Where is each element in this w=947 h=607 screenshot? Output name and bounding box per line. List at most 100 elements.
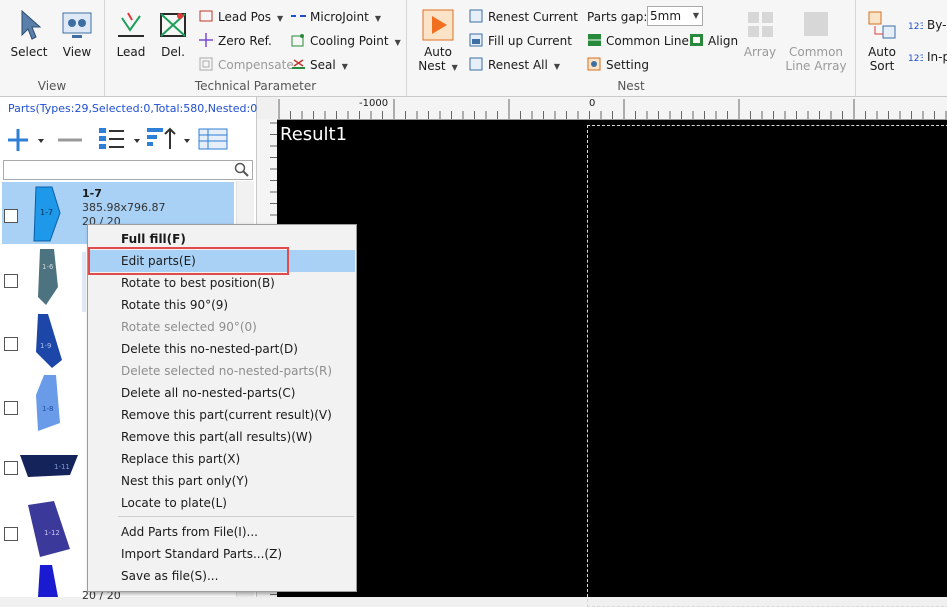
by-part-sort-button[interactable]: 123By-p: [908, 15, 947, 35]
list-view-icon: [99, 128, 140, 149]
part-checkbox[interactable]: [4, 274, 18, 288]
auto-nest-button[interactable]: Auto Nest ▼: [415, 4, 461, 73]
remove-part-button[interactable]: [56, 125, 84, 153]
context-menu-item[interactable]: Import Standard Parts...(Z): [89, 543, 355, 565]
part-thumbnail: 1-11: [20, 455, 78, 477]
nesting-canvas-area: -1000 0 Result1: [257, 97, 947, 607]
svg-text:1-7: 1-7: [40, 208, 53, 217]
context-menu-item[interactable]: Rotate to best position(B): [89, 272, 355, 294]
technical-parameter-title: Technical Parameter: [194, 79, 317, 93]
minus-icon: [58, 138, 82, 142]
lead-pos-button[interactable]: Lead Pos ▼: [199, 7, 283, 27]
chevron-down-icon: ▼: [553, 62, 560, 71]
common-line-icon: [587, 33, 602, 47]
table-view-icon: [198, 128, 228, 150]
chevron-down-icon: ▼: [451, 63, 458, 72]
fill-up-current-button[interactable]: Fill up Current: [469, 31, 572, 51]
auto-sort-button[interactable]: Auto Sort: [862, 4, 902, 73]
svg-text:1-6: 1-6: [42, 263, 54, 271]
context-menu-item[interactable]: Replace this part(X): [89, 448, 355, 470]
align-icon: [689, 33, 704, 47]
microjoint-button[interactable]: MicroJoint ▼: [291, 7, 381, 27]
context-menu-item[interactable]: Locate to plate(L): [89, 492, 355, 514]
part-checkbox[interactable]: [4, 527, 18, 541]
nest-canvas[interactable]: Result1: [277, 120, 947, 607]
cursor-arrow-icon: [12, 8, 46, 42]
common-line-button[interactable]: Common Line: [587, 31, 689, 51]
lead-pos-icon: [199, 9, 214, 23]
fill-up-icon: [469, 33, 484, 47]
context-menu-item[interactable]: Edit parts(E): [88, 247, 355, 275]
microjoint-icon: [291, 9, 306, 23]
ruler-label: -1000: [359, 98, 389, 109]
svg-text:1-9: 1-9: [40, 342, 51, 350]
delete-lead-button[interactable]: Del.: [153, 4, 193, 59]
play-nest-icon: [421, 8, 455, 42]
parts-stats: Parts(Types:29,Selected:0,Total:580,Nest…: [8, 102, 262, 115]
part-thumbnail: 1-7: [33, 186, 61, 242]
sort-group: Auto Sort 123By-p 123In-p: [856, 0, 947, 96]
lead-line-icon: [114, 8, 148, 42]
zero-ref-button[interactable]: Zero Ref.: [199, 31, 272, 51]
part-thumbnail: 1-8: [36, 375, 60, 431]
context-menu-item[interactable]: Rotate this 90°(9): [89, 294, 355, 316]
select-button[interactable]: Select: [6, 4, 52, 59]
part-name: 1-7: [82, 187, 102, 200]
parts-gap-label: Parts gap:: [587, 10, 648, 24]
lead-button[interactable]: Lead: [111, 4, 151, 59]
part-checkbox[interactable]: [4, 461, 18, 475]
compensate-button[interactable]: Compensate: [199, 55, 294, 75]
context-menu-item: Delete selected no-nested-parts(R): [121, 364, 333, 378]
view-group: Select View View: [0, 0, 105, 96]
context-menu-item[interactable]: Delete all no-nested-parts(C): [89, 382, 355, 404]
search-icon: [234, 162, 249, 177]
monitor-view-icon: [60, 8, 94, 42]
technical-parameter-group: Lead Del. Lead Pos ▼ Zero Ref. Compensate…: [105, 0, 407, 96]
table-view-button[interactable]: [198, 125, 228, 153]
context-menu-item[interactable]: Delete this no-nested-part(D): [89, 338, 355, 360]
parts-search-input[interactable]: [3, 160, 253, 180]
renest-all-icon: [469, 57, 484, 71]
context-menu-item[interactable]: Remove this part(current result)(V): [89, 404, 355, 426]
crosshair-icon: [199, 33, 214, 47]
setting-button[interactable]: Setting: [587, 55, 649, 75]
part-checkbox[interactable]: [4, 401, 18, 415]
part-thumbnail: 1-6: [38, 249, 58, 305]
part-checkbox[interactable]: [4, 209, 18, 223]
chevron-down-icon: ▼: [374, 14, 381, 23]
cooling-point-button[interactable]: Cooling Point ▼: [291, 31, 401, 51]
array-grid-icon: [743, 8, 777, 42]
common-line-array-button[interactable]: Common Line Array: [785, 4, 847, 73]
sheet-plate[interactable]: [587, 125, 947, 607]
list-view-button[interactable]: [98, 125, 142, 153]
chevron-down-icon: ▼: [692, 11, 699, 20]
context-menu-item[interactable]: Remove this part(all results)(W): [89, 426, 355, 448]
part-context-menu: Full fill(F) Edit parts(E) Rotate to best …: [87, 224, 357, 592]
seal-button[interactable]: Seal ▼: [291, 55, 348, 75]
result-title: Result1: [280, 124, 348, 145]
in-part-sort-button[interactable]: 123 In-p: [908, 47, 947, 67]
context-menu-item[interactable]: Add Parts from File(I)...: [89, 521, 355, 543]
align-button[interactable]: Align: [689, 31, 738, 51]
chevron-down-icon: ▼: [277, 14, 284, 23]
svg-text:123: 123: [908, 54, 923, 63]
sort-parts-button[interactable]: [146, 125, 192, 153]
renest-current-button[interactable]: Renest Current: [469, 7, 578, 27]
context-menu-item[interactable]: Nest this part only(Y): [89, 470, 355, 492]
array-button[interactable]: Array: [737, 4, 783, 59]
ruler-label: 0: [589, 98, 596, 109]
setting-icon: [587, 57, 602, 71]
seal-icon: [291, 57, 306, 71]
context-menu-item[interactable]: Save as file(S)...: [89, 565, 355, 587]
numbered-sort-icon: 123: [908, 17, 925, 32]
view-button[interactable]: View: [56, 4, 98, 59]
renest-all-button[interactable]: Renest All ▼: [469, 55, 560, 75]
numbered-sort-icon: 123: [908, 49, 925, 64]
chevron-down-icon: ▼: [341, 62, 348, 71]
part-dimensions: 385.98x796.87: [82, 201, 166, 214]
part-checkbox[interactable]: [4, 337, 18, 351]
parts-gap-select[interactable]: 5mm ▼: [647, 6, 703, 26]
add-part-button[interactable]: [6, 125, 44, 153]
part-thumbnail: [38, 565, 58, 597]
context-menu-item: Rotate selected 90°(0): [121, 320, 257, 334]
